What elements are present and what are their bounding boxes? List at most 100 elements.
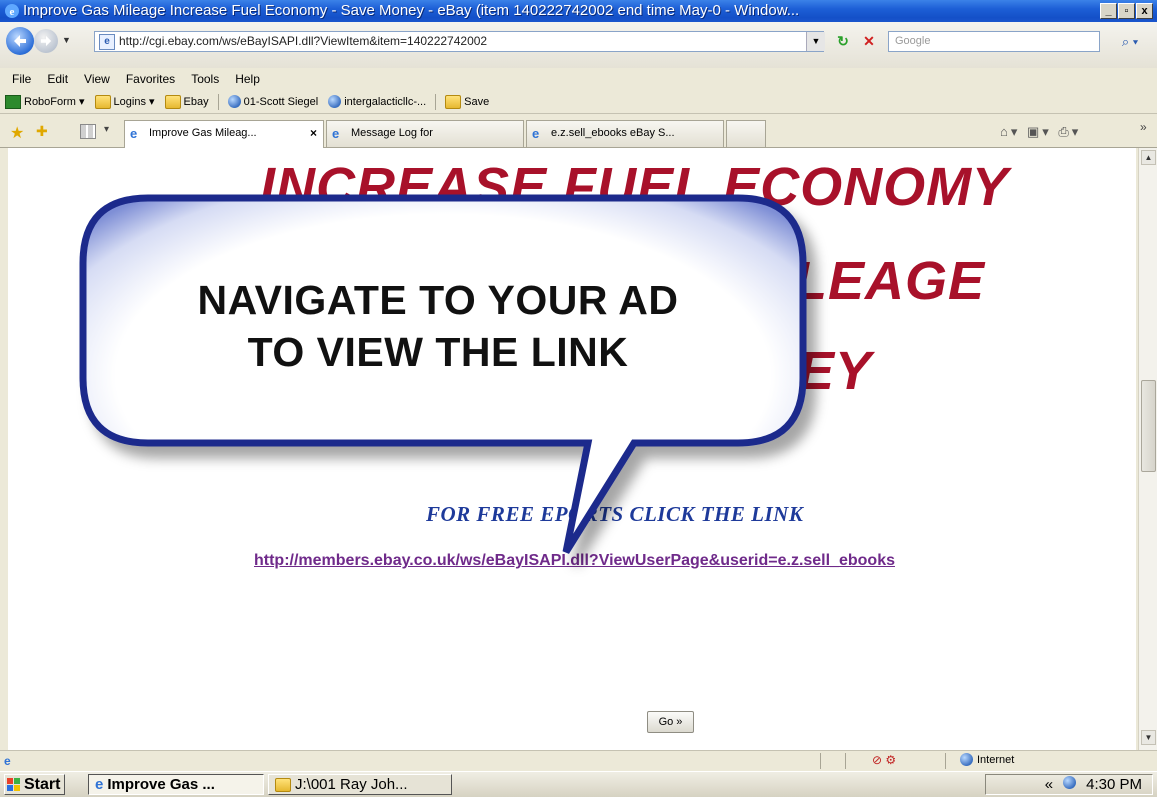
taskbar-item-browser[interactable]: e Improve Gas ... — [88, 774, 264, 795]
menu-edit[interactable]: Edit — [39, 72, 76, 86]
search-icon[interactable]: ⌕ ▾ — [1112, 31, 1148, 52]
scroll-down-icon[interactable]: ▼ — [1141, 730, 1156, 745]
history-dropdown-icon[interactable]: ▼ — [62, 35, 71, 45]
tabs-bar: ★ ✚ ▾ e Improve Gas Mileag... × e Messag… — [0, 114, 1157, 148]
status-divider — [845, 753, 846, 769]
address-dropdown-icon[interactable]: ▼ — [806, 32, 825, 51]
tray-icons[interactable] — [1063, 776, 1077, 793]
maximize-button[interactable]: ▫ — [1118, 3, 1135, 19]
folder-icon — [164, 94, 181, 109]
tab-label: Improve Gas Mileag... — [149, 127, 257, 139]
ebay-button[interactable]: Ebay — [160, 94, 214, 109]
links-toolbar: RoboForm ▾ Logins ▾ Ebay 01-Scott Siegel… — [0, 90, 1157, 114]
forward-button[interactable] — [34, 29, 58, 53]
search-input[interactable]: Google — [888, 31, 1100, 52]
status-page-icon: e — [4, 754, 11, 768]
address-toolbar: ▼ e http://cgi.ebay.com/ws/eBayISAPI.dll… — [0, 22, 1157, 68]
globe-icon — [960, 753, 973, 766]
tab-list-dropdown-icon[interactable]: ▾ — [104, 124, 109, 135]
close-button[interactable]: x — [1136, 3, 1153, 19]
add-favorite-icon[interactable]: ✚ — [36, 123, 48, 140]
scroll-up-icon[interactable]: ▲ — [1141, 150, 1156, 165]
network-icon — [1063, 776, 1077, 789]
search-placeholder: Google — [895, 35, 931, 47]
command-bar-icons[interactable]: ⌂▾ ▣▾ ⎙▾ — [1000, 124, 1081, 140]
folder-icon — [94, 94, 111, 109]
menu-tools[interactable]: Tools — [183, 72, 227, 86]
scott-siegel-button[interactable]: 01-Scott Siegel — [223, 95, 324, 108]
start-button[interactable]: Start — [4, 774, 66, 795]
scroll-thumb[interactable] — [1141, 380, 1156, 472]
taskbar-item-label: J:\001 Ray Joh... — [295, 776, 408, 793]
zone-label: Internet — [977, 753, 1015, 766]
system-tray: « 4:30 PM — [985, 774, 1153, 795]
status-divider — [820, 753, 821, 769]
taskbar-item-folder[interactable]: J:\001 Ray Joh... — [268, 774, 452, 795]
security-status-icons[interactable]: ⊘ ⚙ — [872, 753, 896, 767]
back-button[interactable] — [6, 27, 34, 55]
roboform-button[interactable]: RoboForm ▾ — [0, 94, 90, 109]
refresh-icon[interactable]: ↻ — [832, 32, 854, 51]
menu-view[interactable]: View — [76, 72, 118, 86]
more-chevron-icon[interactable]: » — [1140, 120, 1147, 134]
tab-label: Message Log for — [351, 127, 433, 139]
logins-button[interactable]: Logins ▾ — [90, 94, 160, 109]
callout-text: NAVIGATE TO YOUR AD TO VIEW THE LINK — [88, 274, 788, 378]
folder-icon — [275, 777, 291, 792]
taskbar: Start e Improve Gas ... J:\001 Ray Joh..… — [0, 771, 1157, 797]
roboform-icon — [5, 94, 21, 109]
intergalactic-label: intergalacticllc-... — [344, 95, 427, 108]
address-input[interactable]: e http://cgi.ebay.com/ws/eBayISAPI.dll?V… — [94, 31, 824, 52]
vertical-scrollbar[interactable]: ▲ ▼ — [1138, 148, 1157, 750]
save-button[interactable]: Save — [440, 94, 494, 109]
back-arrow-icon — [14, 35, 26, 47]
ie-icon: e — [95, 776, 104, 793]
tray-expand-icon[interactable]: « — [1045, 776, 1053, 793]
folder-icon — [445, 94, 462, 109]
quick-tabs-icon[interactable] — [80, 124, 96, 139]
svg-text:e: e — [10, 6, 15, 18]
status-divider — [945, 753, 946, 769]
window-title: Improve Gas Mileage Increase Fuel Econom… — [23, 2, 800, 19]
menu-file[interactable]: File — [0, 72, 39, 86]
toolbar-separator — [217, 93, 219, 110]
tab-message-log[interactable]: e Message Log for — [326, 120, 524, 147]
tab-label: e.z.sell_ebooks eBay S... — [551, 127, 675, 139]
new-tab-button[interactable] — [726, 120, 766, 147]
clock[interactable]: 4:30 PM — [1086, 776, 1142, 793]
ie-icon: e — [4, 3, 20, 19]
intergalactic-button[interactable]: intergalacticllc-... — [323, 95, 431, 108]
menu-favorites[interactable]: Favorites — [118, 72, 183, 86]
go-button[interactable]: Go » — [647, 711, 694, 733]
ie-icon: e — [130, 126, 138, 141]
globe-icon — [328, 95, 342, 108]
tab-improve-gas[interactable]: e Improve Gas Mileag... × — [124, 120, 324, 148]
menu-help[interactable]: Help — [227, 72, 268, 86]
callout-line1: NAVIGATE TO YOUR AD — [197, 277, 679, 323]
status-bar: e ⊘ ⚙ Internet — [0, 750, 1157, 771]
page-icon: e — [99, 34, 115, 50]
favorites-star-icon[interactable]: ★ — [10, 123, 24, 143]
ie-icon: e — [332, 126, 340, 141]
scott-siegel-label: 01-Scott Siegel — [243, 95, 319, 108]
menu-bar: File Edit View Favorites Tools Help — [0, 68, 1157, 90]
toolbar-separator — [435, 93, 437, 110]
start-label: Start — [24, 775, 61, 793]
title-bar: e Improve Gas Mileage Increase Fuel Econ… — [0, 0, 1157, 22]
ebay-label: Ebay — [183, 95, 209, 108]
roboform-label: RoboForm ▾ — [24, 96, 85, 108]
windows-logo-icon — [7, 778, 20, 791]
logins-label: Logins ▾ — [113, 96, 155, 108]
security-zone[interactable]: Internet — [960, 753, 1014, 766]
browser-window: e Improve Gas Mileage Increase Fuel Econ… — [0, 0, 1157, 797]
callout-line2: TO VIEW THE LINK — [247, 329, 629, 375]
tab-ez-sell[interactable]: e e.z.sell_ebooks eBay S... — [526, 120, 724, 147]
minimize-button[interactable]: _ — [1100, 3, 1117, 19]
tab-close-icon[interactable]: × — [310, 121, 317, 146]
page-content: INCREASE FUEL ECONOMY ILEAGE EY FOR FREE… — [8, 148, 1136, 750]
forward-arrow-icon — [40, 35, 52, 47]
stop-icon[interactable]: ✕ — [858, 32, 880, 51]
globe-icon — [227, 95, 241, 108]
taskbar-item-label: Improve Gas ... — [107, 776, 215, 793]
save-label: Save — [464, 95, 490, 108]
